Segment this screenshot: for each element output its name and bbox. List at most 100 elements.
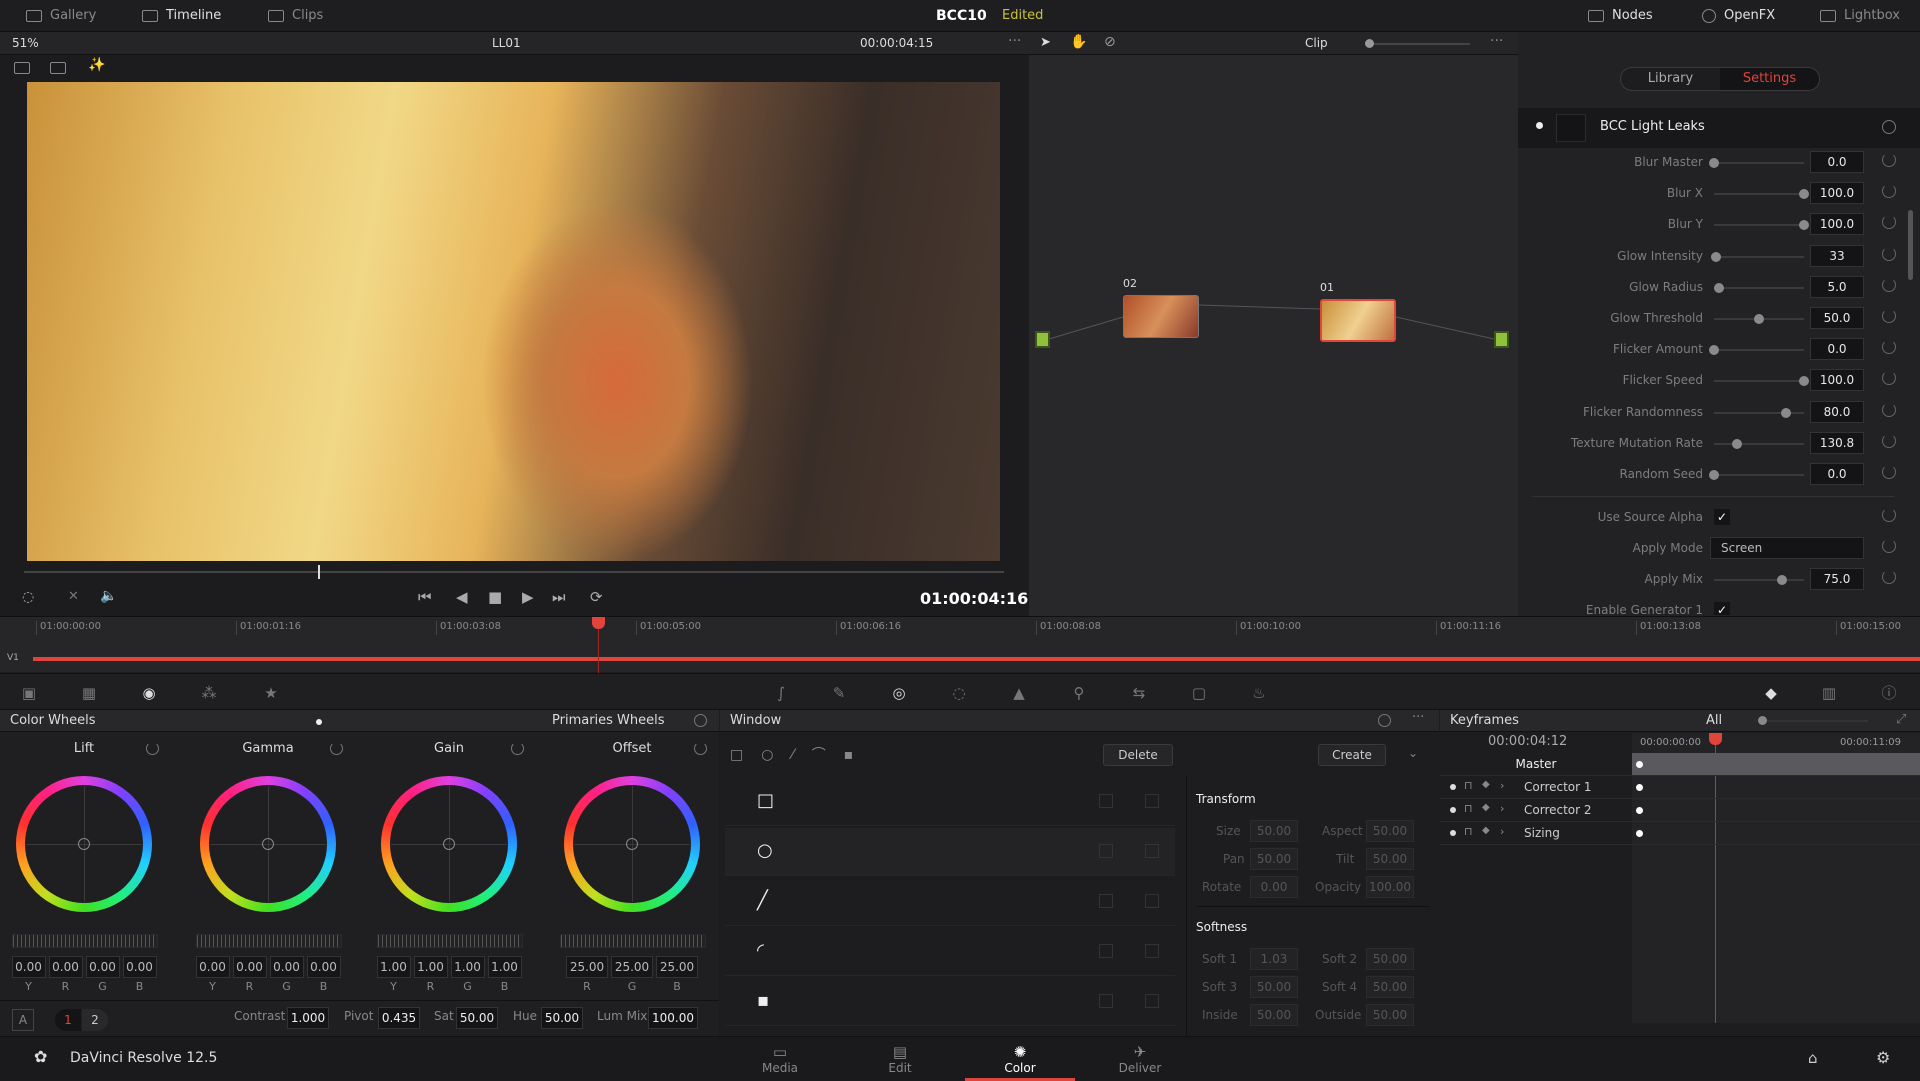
wheel-value-field[interactable]: 0.00 — [122, 956, 157, 978]
timeline-button[interactable]: Timeline — [142, 8, 221, 23]
node-editor[interactable]: 02 01 — [1029, 55, 1518, 616]
sizing-icon[interactable]: ⇆ — [1130, 684, 1148, 702]
hand-icon[interactable]: ✋ — [1070, 34, 1087, 50]
param-slider[interactable] — [1714, 407, 1804, 418]
page-tab-edit[interactable]: ▤ Edit — [845, 1043, 955, 1075]
tab-settings[interactable]: Settings — [1720, 68, 1819, 90]
bypass-icon[interactable]: ⊘ — [1104, 34, 1116, 50]
enable-generator-checkbox[interactable]: ✓ — [1714, 602, 1730, 615]
param-value-field[interactable]: 75.0 — [1810, 568, 1864, 590]
field-value[interactable]: 100.00 — [1366, 876, 1414, 898]
effect-reset-icon[interactable] — [1882, 120, 1896, 134]
effect-enable-dot[interactable] — [1536, 122, 1543, 129]
wheel-value-field[interactable]: 0.00 — [232, 956, 267, 978]
slider-knob[interactable] — [1732, 438, 1743, 449]
volume-icon[interactable]: 🔈 — [100, 588, 117, 604]
window-invert-toggle[interactable] — [1145, 844, 1159, 858]
wheel-value-field[interactable]: 1.00 — [450, 956, 485, 978]
sat-field[interactable]: 50.00 — [456, 1007, 498, 1029]
param-value-field[interactable]: 130.8 — [1810, 431, 1864, 454]
param-slider[interactable] — [1709, 470, 1804, 480]
reset-icon[interactable] — [1882, 433, 1896, 448]
color-match-icon[interactable]: ▦ — [80, 684, 98, 702]
stop-icon[interactable]: ■ — [488, 588, 502, 606]
expand-chevron-icon[interactable]: › — [1500, 802, 1504, 815]
viewer-scrub-bar[interactable] — [24, 565, 1004, 579]
reverse-icon[interactable]: ◀ — [456, 588, 468, 606]
more-options-icon[interactable]: ··· — [1008, 33, 1021, 49]
param-value-field[interactable]: 0.0 — [1810, 463, 1864, 485]
field-value[interactable]: 50.00 — [1250, 976, 1298, 998]
wheel-value-field[interactable]: 0.00 — [195, 956, 230, 978]
master-wheel-offset[interactable] — [560, 934, 706, 948]
nodes-button[interactable]: Nodes — [1588, 8, 1653, 23]
keyframe-track-row[interactable]: ⊓ ◆ › Corrector 1 — [1440, 776, 1920, 799]
split-view-icon[interactable] — [14, 62, 30, 74]
param-slider[interactable] — [1714, 376, 1809, 387]
page-dot[interactable] — [316, 719, 322, 725]
tab-library[interactable]: Library — [1621, 68, 1720, 90]
window-enable-toggle[interactable] — [1099, 944, 1113, 958]
rgb-mixer-icon[interactable]: ⁂ — [200, 684, 218, 702]
field-value[interactable]: 50.00 — [1250, 820, 1298, 842]
reset-icon[interactable] — [1882, 246, 1896, 261]
reset-icon[interactable] — [1882, 184, 1896, 199]
wheel-handle[interactable] — [443, 838, 455, 850]
param-value-field[interactable]: 0.0 — [1810, 338, 1864, 361]
keyframe-marker[interactable] — [1636, 830, 1643, 837]
window-reset-icon[interactable] — [1378, 714, 1391, 727]
node-mode-dropdown[interactable]: Clip — [1305, 36, 1328, 50]
keyframe-diamond-icon[interactable]: ◆ — [1482, 825, 1490, 836]
wheel-reset-icon[interactable] — [330, 742, 343, 755]
slider-knob[interactable] — [1799, 376, 1809, 387]
window-enable-toggle[interactable] — [1099, 994, 1113, 1008]
window-shape-tools[interactable]: □○⁄⌒▪ — [730, 744, 930, 764]
settings-scrollbar[interactable] — [1908, 210, 1913, 280]
source-node[interactable] — [1035, 331, 1050, 348]
keyframe-marker[interactable] — [1636, 761, 1643, 768]
lum-mix-field[interactable]: 100.00 — [648, 1007, 698, 1029]
reset-icon[interactable] — [1882, 309, 1896, 323]
expand-chevron-icon[interactable]: › — [1500, 825, 1504, 838]
wheel-handle[interactable] — [262, 838, 274, 850]
contrast-field[interactable]: 1.000 — [287, 1007, 329, 1029]
timeline-clip[interactable] — [33, 657, 1920, 661]
param-slider[interactable] — [1709, 345, 1804, 356]
window-icon[interactable]: ◎ — [890, 684, 908, 702]
reset-icon[interactable] — [1882, 465, 1896, 479]
openfx-palette-icon[interactable]: ♨ — [1250, 684, 1268, 702]
param-slider[interactable] — [1714, 314, 1804, 324]
slider-knob[interactable] — [1799, 220, 1809, 231]
slider-knob[interactable] — [1799, 189, 1809, 200]
reset-icon[interactable] — [1882, 402, 1896, 417]
param-value-field[interactable]: 80.0 — [1810, 400, 1864, 423]
qualifier-icon[interactable]: ✎ — [830, 684, 848, 702]
reset-icon[interactable] — [1882, 215, 1896, 230]
field-value[interactable]: 50.00 — [1366, 1004, 1414, 1026]
unmix-icon[interactable]: ✕ — [68, 589, 79, 604]
window-list-item[interactable]: ▪ — [725, 978, 1175, 1026]
keyframe-track-row[interactable]: ⊓ ◆ › Sizing — [1440, 822, 1920, 845]
window-enable-toggle[interactable] — [1099, 894, 1113, 908]
track-enable-dot[interactable] — [1450, 830, 1456, 836]
home-icon[interactable]: ⌂ — [1808, 1049, 1818, 1067]
track-enable-dot[interactable] — [1450, 807, 1456, 813]
param-slider[interactable] — [1713, 282, 1804, 293]
curves-icon[interactable]: ∫ — [772, 684, 790, 702]
wheel-handle[interactable] — [78, 838, 90, 850]
wheel-value-field[interactable]: 1.00 — [413, 956, 448, 978]
window-invert-toggle[interactable] — [1145, 994, 1159, 1008]
gallery-button[interactable]: Gallery — [26, 8, 96, 23]
param-slider[interactable] — [1714, 189, 1809, 200]
slider-knob[interactable] — [1776, 575, 1787, 585]
scopes-icon[interactable]: ▥ — [1820, 684, 1838, 702]
param-slider[interactable] — [1714, 575, 1804, 585]
3d-icon[interactable]: ▢ — [1190, 684, 1208, 702]
param-value-field[interactable]: 5.0 — [1810, 275, 1864, 298]
field-value[interactable]: 50.00 — [1366, 820, 1414, 842]
page-tab-media[interactable]: ▭ Media — [725, 1043, 835, 1075]
reset-icon[interactable] — [1882, 371, 1896, 386]
pointer-icon[interactable]: ➤ — [1040, 35, 1051, 50]
wheel-reset-icon[interactable] — [146, 742, 159, 755]
param-value-field[interactable]: 100.0 — [1810, 369, 1864, 392]
